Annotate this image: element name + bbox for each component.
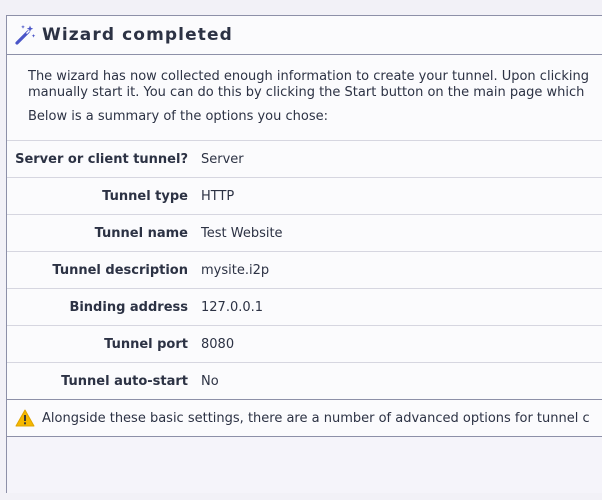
summary-row: Tunnel name Test Website: [7, 214, 602, 252]
intro-text: The wizard has now collected enough info…: [28, 69, 602, 101]
summary-intro: Below is a summary of the options you ch…: [28, 109, 328, 124]
panel-header: Wizard completed: [7, 16, 602, 55]
summary-label: Server or client tunnel?: [7, 140, 201, 178]
summary-value: 127.0.0.1: [201, 288, 602, 326]
wizard-panel: Wizard completed The wizard has now coll…: [6, 15, 602, 493]
warning-icon: [15, 409, 35, 427]
summary-row: Tunnel auto-start No: [7, 362, 602, 399]
summary-row: Tunnel description mysite.i2p: [7, 251, 602, 289]
summary-value: Test Website: [201, 214, 602, 252]
summary-label: Tunnel name: [7, 214, 201, 252]
advanced-options-notice: Alongside these basic settings, there ar…: [7, 399, 602, 437]
intro-line-1: The wizard has now collected enough info…: [28, 69, 589, 84]
summary-label: Binding address: [7, 288, 201, 326]
notice-text: Alongside these basic settings, there ar…: [42, 410, 590, 426]
summary-value: 8080: [201, 325, 602, 363]
page-title: Wizard completed: [42, 25, 233, 45]
summary-value: Server: [201, 140, 602, 178]
summary-label: Tunnel port: [7, 325, 201, 363]
summary-label: Tunnel type: [7, 177, 201, 215]
panel-footer: [7, 437, 602, 493]
summary-label: Tunnel description: [7, 251, 201, 289]
intro-line-2: manually start it. You can do this by cl…: [28, 85, 585, 100]
summary-table: Server or client tunnel? Server Tunnel typ…: [7, 140, 602, 399]
summary-row: Server or client tunnel? Server: [7, 140, 602, 178]
magic-wand-icon: [14, 24, 36, 46]
summary-row: Binding address 127.0.0.1: [7, 288, 602, 326]
summary-label: Tunnel auto-start: [7, 362, 201, 399]
summary-row: Tunnel port 8080: [7, 325, 602, 363]
summary-row: Tunnel type HTTP: [7, 177, 602, 215]
summary-value: mysite.i2p: [201, 251, 602, 289]
summary-value: No: [201, 362, 602, 399]
summary-value: HTTP: [201, 177, 602, 215]
intro-section: The wizard has now collected enough info…: [7, 55, 602, 125]
